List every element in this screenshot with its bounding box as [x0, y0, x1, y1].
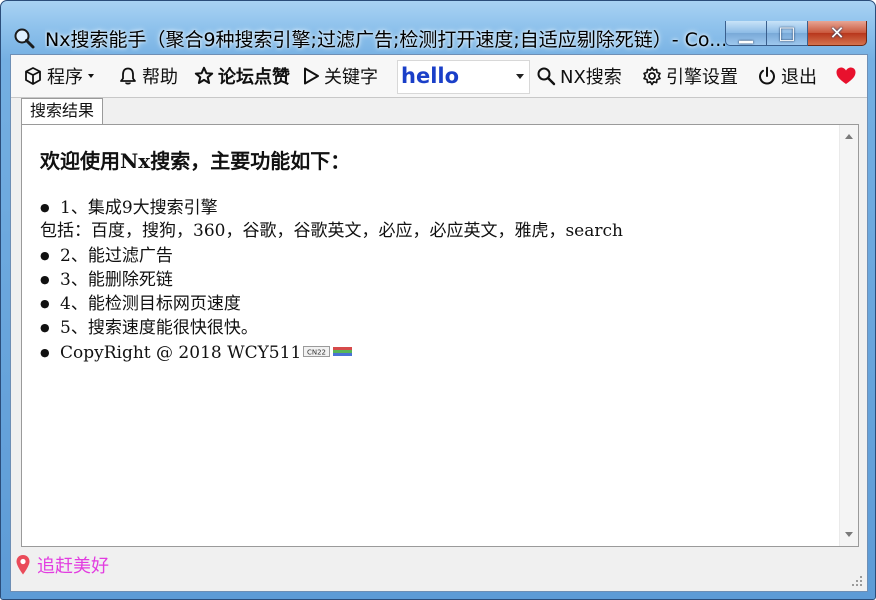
program-label: 程序 [47, 67, 83, 88]
window-title: Nx搜索能手（聚合9种搜索引擎;过滤广告;检测打开速度;自适应剔除死链）- Co… [45, 29, 725, 51]
copyright-text: CopyRight @ 2018 WCY511 [60, 342, 302, 363]
feature-line-2: 2、能过滤广告 [40, 244, 830, 268]
scroll-up-icon[interactable] [845, 134, 853, 139]
help-button[interactable]: 帮助 [118, 61, 178, 91]
welcome-heading: 欢迎使用Nx搜索，主要功能如下： [40, 149, 351, 173]
tab-search-results[interactable]: 搜索结果 [21, 98, 104, 124]
minimize-button[interactable]: ▁ [725, 21, 767, 46]
engine-settings-button[interactable]: 引擎设置 [642, 61, 738, 91]
resize-grip-icon[interactable] [851, 575, 863, 587]
query-value: hello [401, 64, 460, 88]
app-window: Nx搜索能手（聚合9种搜索引擎;过滤广告;检测打开速度;自适应剔除死链）- Co… [0, 0, 876, 600]
tab-strip: 搜索结果 [11, 98, 867, 124]
cube-icon [25, 67, 41, 85]
map-pin-icon [16, 555, 30, 575]
keyword-button[interactable]: 关键字 [302, 61, 378, 91]
help-label: 帮助 [142, 67, 178, 88]
heart-icon [836, 67, 856, 84]
exit-button[interactable]: 退出 [757, 61, 817, 91]
title-bar[interactable]: Nx搜索能手（聚合9种搜索引擎;过滤广告;检测打开速度;自适应剔除死链）- Co… [1, 1, 875, 53]
welcome-document: 欢迎使用Nx搜索，主要功能如下： 1、集成9大搜索引擎 包括：百度，搜狗，360… [40, 145, 830, 365]
close-button[interactable]: ✕ [808, 21, 867, 46]
cn22-badge: CN22 [303, 345, 353, 357]
search-app-icon [14, 28, 35, 49]
dropdown-arrow-icon [88, 74, 94, 78]
close-icon: ✕ [829, 22, 845, 44]
program-menu-button[interactable]: 程序 [23, 61, 95, 91]
maximize-button[interactable]: □ [767, 21, 808, 46]
status-text: 追赶美好 [37, 556, 109, 577]
maximize-icon: □ [778, 22, 796, 44]
forum-like-button[interactable]: 论坛点赞 [194, 61, 290, 91]
engine-settings-label: 引擎设置 [666, 67, 738, 88]
feature-line-4: 4、能检测目标网页速度 [40, 292, 830, 316]
minimize-icon: ▁ [739, 22, 753, 44]
toolbar: 程序 帮助 论坛点赞 关键字 hello NX搜索 引擎设置 退出 [11, 55, 867, 98]
exit-label: 退出 [781, 67, 817, 88]
copyright-line: CopyRight @ 2018 WCY511 CN22 [40, 341, 830, 365]
star-icon [194, 66, 214, 84]
nx-search-button[interactable]: NX搜索 [536, 61, 622, 91]
favorite-button[interactable] [835, 61, 857, 91]
search-icon [537, 67, 556, 86]
badge-text: CN22 [307, 348, 326, 356]
power-icon [759, 66, 775, 85]
status-location: 追赶美好 [15, 552, 109, 578]
feature-line-1: 1、集成9大搜索引擎 [40, 196, 830, 220]
vertical-scrollbar[interactable] [839, 125, 858, 546]
keyword-label: 关键字 [324, 67, 378, 88]
nx-search-label: NX搜索 [560, 67, 622, 88]
window-controls: ▁ □ ✕ [725, 21, 867, 47]
play-icon [304, 67, 319, 85]
query-combobox[interactable]: hello [397, 60, 530, 94]
bell-icon [120, 67, 136, 85]
status-bar: 追赶美好 [11, 548, 867, 591]
forum-label: 论坛点赞 [218, 67, 290, 88]
results-panel: 欢迎使用Nx搜索，主要功能如下： 1、集成9大搜索引擎 包括：百度，搜狗，360… [21, 124, 859, 547]
feature-line-3: 3、能删除死链 [40, 268, 830, 292]
gear-icon [643, 66, 661, 86]
feature-line-5: 5、搜索速度能很快很快。 [40, 316, 830, 340]
chevron-down-icon[interactable] [516, 74, 524, 79]
scroll-down-icon[interactable] [845, 532, 853, 537]
client-area: 程序 帮助 论坛点赞 关键字 hello NX搜索 引擎设置 退出 搜索结果 欢… [10, 54, 868, 592]
engines-list-line: 包括：百度，搜狗，360，谷歌，谷歌英文，必应，必应英文，雅虎，search [40, 221, 623, 242]
